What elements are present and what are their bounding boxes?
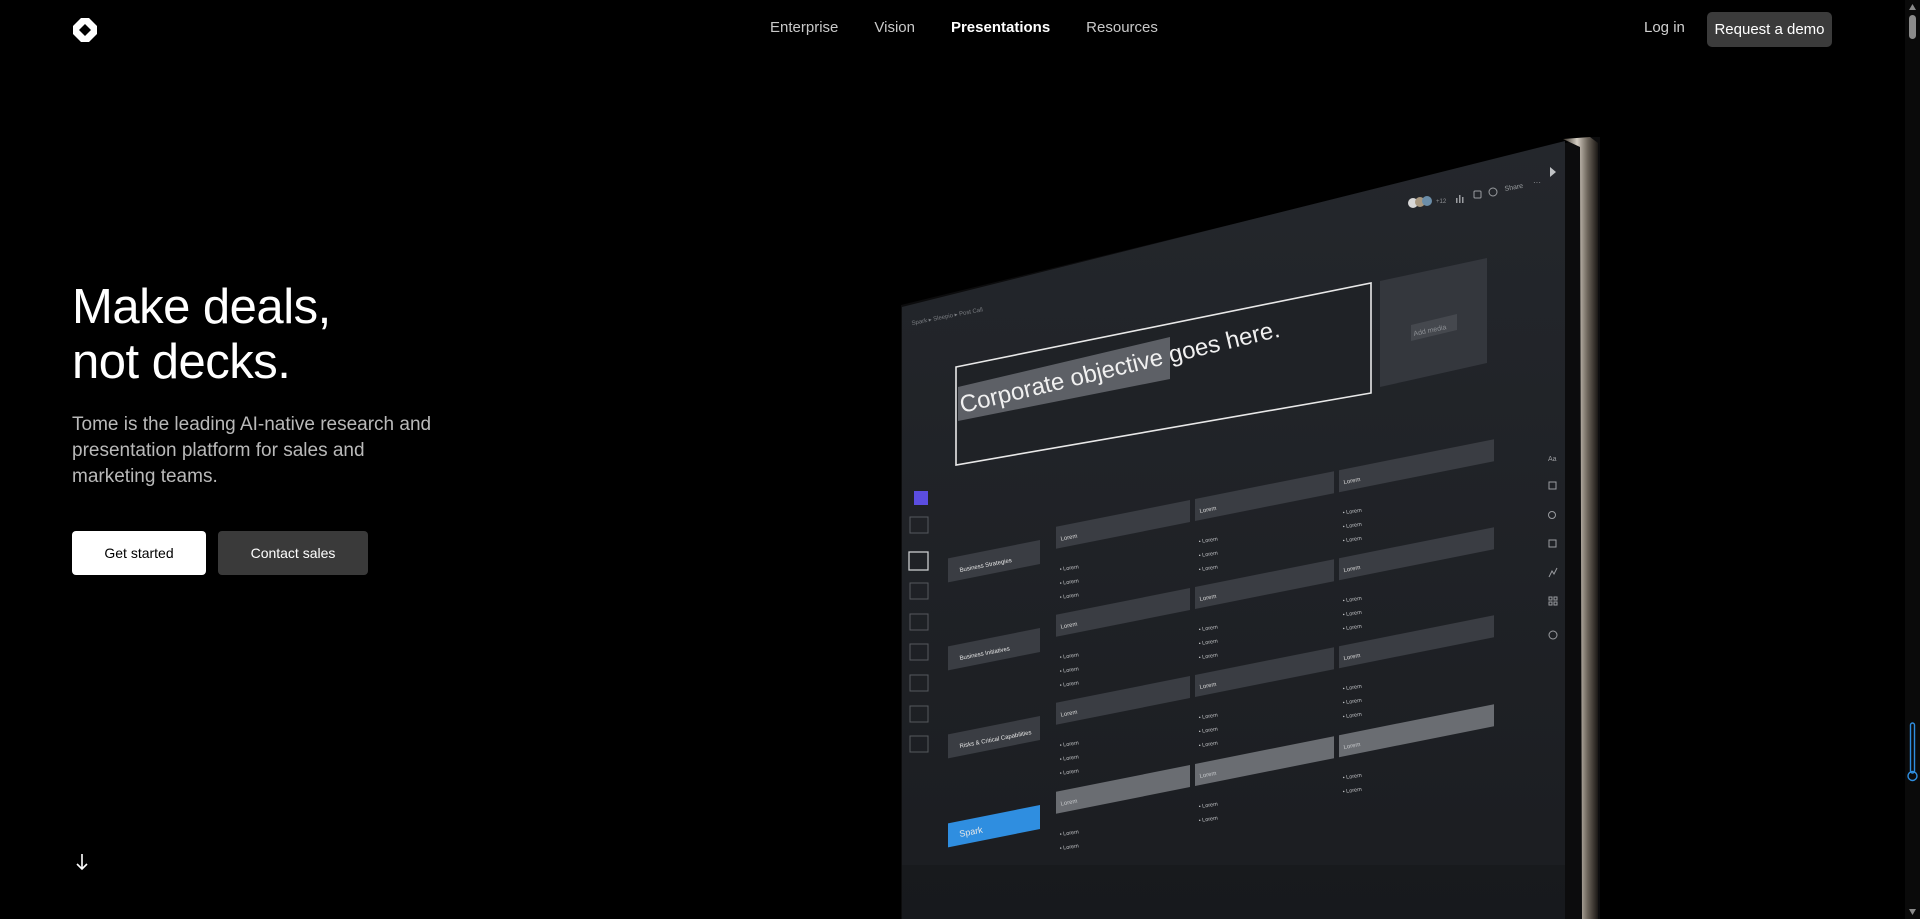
- scroll-up-icon[interactable]: [1908, 3, 1917, 11]
- text-style-icon[interactable]: Aa: [1548, 456, 1557, 463]
- scroll-indicator-icon: [1907, 722, 1918, 782]
- screen-bottom-shade: [902, 865, 1565, 919]
- hero-title-line-1: Make deals,: [72, 280, 331, 334]
- main-nav: Enterprise Vision Presentations Resource…: [770, 19, 1158, 36]
- get-started-button[interactable]: Get started: [72, 531, 206, 575]
- login-link[interactable]: Log in: [1644, 19, 1685, 36]
- hero-subtitle: Tome is the leading AI-native research a…: [72, 414, 432, 487]
- nav-vision[interactable]: Vision: [874, 19, 915, 36]
- tome-logo[interactable]: [72, 17, 98, 43]
- more-icon[interactable]: ···: [1533, 178, 1541, 187]
- contact-sales-button[interactable]: Contact sales: [218, 531, 368, 575]
- thumbnail-1[interactable]: [914, 491, 928, 505]
- nav-resources[interactable]: Resources: [1086, 19, 1158, 36]
- arrow-down-icon[interactable]: [74, 852, 90, 872]
- avatar-3: [1422, 196, 1432, 206]
- scrollbar-thumb[interactable]: [1909, 15, 1916, 39]
- scroll-down-icon[interactable]: [1908, 908, 1917, 916]
- app-mockup-device: +12 Share ··· Spark ▸ Sleepio ▸ Post Cal…: [901, 137, 1600, 919]
- device-screen: [902, 141, 1565, 919]
- page-scrollbar[interactable]: [1905, 0, 1920, 919]
- nav-presentations[interactable]: Presentations: [951, 19, 1050, 36]
- hero-title-line-2: not decks.: [72, 335, 291, 389]
- hero-title: Make deals, not decks.: [72, 280, 331, 390]
- avatar-count: +12: [1436, 199, 1447, 205]
- request-demo-button[interactable]: Request a demo: [1707, 12, 1832, 47]
- nav-enterprise[interactable]: Enterprise: [770, 19, 838, 36]
